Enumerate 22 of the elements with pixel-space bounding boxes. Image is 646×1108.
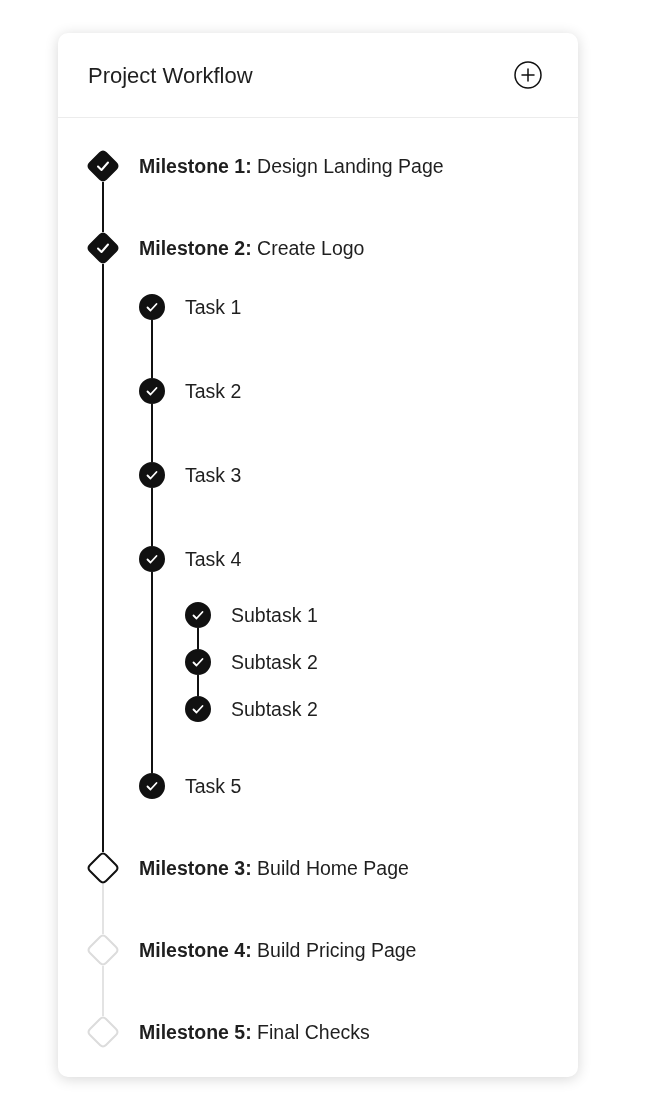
task-label: Task 1 xyxy=(185,295,242,319)
milestone-label: Milestone 1: Design Landing Page xyxy=(139,154,444,178)
subtask-label: Subtask 2 xyxy=(231,697,318,721)
task-label: Task 4 xyxy=(185,547,242,571)
connector-line xyxy=(151,404,153,462)
subtask-label: Subtask 1 xyxy=(231,603,318,627)
milestone-label: Milestone 4: Build Pricing Page xyxy=(139,938,417,962)
task-label: Task 3 xyxy=(185,463,242,487)
milestone-label: Milestone 5: Final Checks xyxy=(139,1020,370,1044)
milestone-label: Milestone 2: Create Logo xyxy=(139,236,365,260)
connector-line xyxy=(151,320,153,378)
card-title: Project Workflow xyxy=(88,61,253,90)
connector-line xyxy=(197,628,199,649)
subtask-label: Subtask 2 xyxy=(231,650,318,674)
add-button[interactable] xyxy=(514,61,542,89)
task-label: Task 5 xyxy=(185,774,242,798)
milestone-label: Milestone 3: Build Home Page xyxy=(139,856,409,880)
add-icon xyxy=(514,61,542,89)
connector-line xyxy=(102,182,104,232)
connector-line xyxy=(197,675,199,696)
connector-line xyxy=(151,488,153,546)
task-label: Task 2 xyxy=(185,379,242,403)
